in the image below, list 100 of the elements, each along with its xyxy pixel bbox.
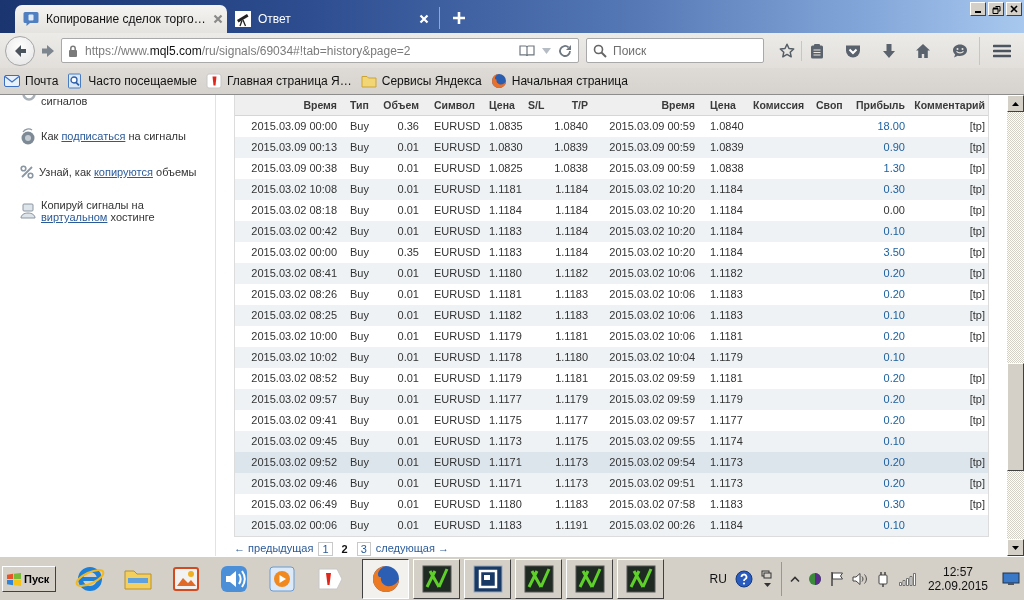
scroll-thumb[interactable] xyxy=(1007,363,1024,471)
tab[interactable]: Копирование сделок торго… xyxy=(15,5,227,33)
tab[interactable]: Ответ xyxy=(227,5,439,33)
table-cell-text: 2015.03.02 09:45 xyxy=(250,434,338,449)
page-link[interactable]: 1 xyxy=(318,541,333,556)
table-cell-text: 0.20 xyxy=(882,413,906,428)
column-header: Прибыль xyxy=(855,98,906,113)
table-cell-text: EURUSD xyxy=(433,497,482,512)
speaker-icon[interactable] xyxy=(851,571,868,586)
chat-icon[interactable] xyxy=(952,42,968,59)
table-cell-text: 1.1181 xyxy=(709,329,744,344)
star-icon[interactable] xyxy=(779,42,795,59)
table-cell-text: 1.1181 xyxy=(709,371,744,386)
help-icon[interactable] xyxy=(734,569,753,588)
home-icon[interactable] xyxy=(915,42,931,59)
table-cell-text: 1.1184 xyxy=(709,518,744,533)
table-cell-text: 1.1183 xyxy=(488,245,523,260)
table-cell-text: Buy xyxy=(349,287,370,302)
table-cell-text: [tp] xyxy=(968,203,986,218)
link[interactable]: копируются xyxy=(93,166,153,178)
next-link[interactable]: следующая → xyxy=(375,542,449,555)
menu-icon[interactable] xyxy=(993,43,1011,58)
window-caret-icon[interactable] xyxy=(760,569,773,588)
table-cell-text: 1.1179 xyxy=(709,392,744,407)
table-cell-text: 0.01 xyxy=(396,518,420,533)
plug-icon[interactable] xyxy=(875,570,890,587)
table-cell-text: 1.1171 xyxy=(488,476,523,491)
scroll-up-button[interactable] xyxy=(1007,95,1024,112)
table-cell-text: 1.1184 xyxy=(554,182,589,197)
table-cell-text: 1.1173 xyxy=(709,476,744,491)
table-cell-text: 1.1173 xyxy=(554,476,589,491)
bookmark[interactable]: Сервисы Яндекса xyxy=(360,73,482,89)
bookmark[interactable]: Начальная страница xyxy=(490,73,628,89)
table-cell-text: 2015.03.09 00:59 xyxy=(608,161,696,176)
table-cell-text: 0.01 xyxy=(396,140,420,155)
table-cell-text: [tp] xyxy=(968,119,986,134)
reader-icon[interactable] xyxy=(519,44,535,57)
table-cell-text: 1.1183 xyxy=(709,287,744,302)
table-cell-text: 2015.03.02 00:00 xyxy=(250,245,338,260)
address-field[interactable]: https://www.mql5.com/ru/signals/69034#!tab=history&page=2 xyxy=(61,38,579,63)
language-indicator[interactable]: RU xyxy=(709,571,727,586)
table-cell-text: 2015.03.02 10:08 xyxy=(250,182,338,197)
table-cell-text: 1.0835 xyxy=(488,119,524,134)
table-cell-text: 3.50 xyxy=(882,245,906,260)
table-cell-text: 2015.03.09 00:59 xyxy=(608,140,696,155)
sidebar-text: сигналов xyxy=(41,95,89,107)
table-cell-text: 0.01 xyxy=(396,161,420,176)
pocket-icon[interactable] xyxy=(845,43,861,58)
table-cell-text: [tp] xyxy=(968,182,986,197)
table-cell-text: 1.0825 xyxy=(488,161,524,176)
monitor-icon[interactable] xyxy=(1002,571,1020,586)
table-cell-text: 1.1181 xyxy=(554,329,589,344)
page-link[interactable]: 3 xyxy=(356,541,371,556)
table-cell-text: 0.01 xyxy=(396,371,420,386)
chevron-up-icon[interactable] xyxy=(789,574,800,583)
back-button[interactable] xyxy=(5,35,35,66)
flag-icon[interactable] xyxy=(829,570,844,587)
table-cell-text: 1.1183 xyxy=(709,308,744,323)
previous-link[interactable]: ← предыдущая xyxy=(234,542,314,555)
table-cell-text: 0.01 xyxy=(396,476,420,491)
table-cell-text: 2015.03.02 09:46 xyxy=(250,476,338,491)
bookmark[interactable]: Почта xyxy=(4,73,59,89)
table-cell-text: 2015.03.02 08:18 xyxy=(250,203,338,218)
link[interactable]: подписаться xyxy=(61,130,126,142)
scroll-down-button[interactable] xyxy=(1007,539,1024,556)
table-cell-text: Buy xyxy=(349,308,370,323)
bookmark[interactable]: Часто посещаемые xyxy=(67,73,197,89)
plus-icon[interactable] xyxy=(452,11,466,25)
table-cell-text: 2015.03.02 00:42 xyxy=(250,224,338,239)
close-button[interactable] xyxy=(1006,2,1022,16)
bookmark[interactable]: Главная страница Я… xyxy=(206,73,352,89)
start-button[interactable]: Пуск xyxy=(2,565,56,592)
signal-bars-icon[interactable] xyxy=(897,571,916,586)
logo-icon xyxy=(206,73,222,89)
table-cell-text: 1.1183 xyxy=(488,224,523,239)
table-cell-text: 1.30 xyxy=(882,161,906,176)
table-cell-text: 2015.03.09 00:00 xyxy=(250,119,338,134)
table-cell-text: 1.1181 xyxy=(488,287,523,302)
reload-icon[interactable] xyxy=(558,43,572,58)
disc-icon[interactable] xyxy=(807,571,822,586)
taskbar-button[interactable] xyxy=(362,558,409,599)
forward-arrow-icon[interactable] xyxy=(41,43,55,58)
table-cell-text: [tp] xyxy=(968,476,986,491)
column-header: S/L xyxy=(527,98,546,113)
close-icon[interactable] xyxy=(212,14,223,24)
table-cell-text: Buy xyxy=(349,329,370,344)
table-cell-text: 1.1184 xyxy=(709,182,744,197)
table-cell-text: EURUSD xyxy=(433,308,482,323)
clipboard-icon[interactable] xyxy=(809,42,825,59)
table-cell-text: EURUSD xyxy=(433,224,482,239)
table-cell-text: 0.01 xyxy=(396,224,420,239)
minimize-button[interactable] xyxy=(970,2,986,16)
table-cell-text: Buy xyxy=(349,224,370,239)
download-icon[interactable] xyxy=(882,42,896,59)
search-field[interactable]: Поиск xyxy=(586,38,764,63)
table-cell-text: 0.30 xyxy=(882,497,906,512)
app-tile-icon xyxy=(471,562,504,595)
page-link[interactable]: 2 xyxy=(337,541,352,556)
link[interactable]: виртуальном xyxy=(41,211,108,223)
restore-button[interactable] xyxy=(988,2,1004,16)
